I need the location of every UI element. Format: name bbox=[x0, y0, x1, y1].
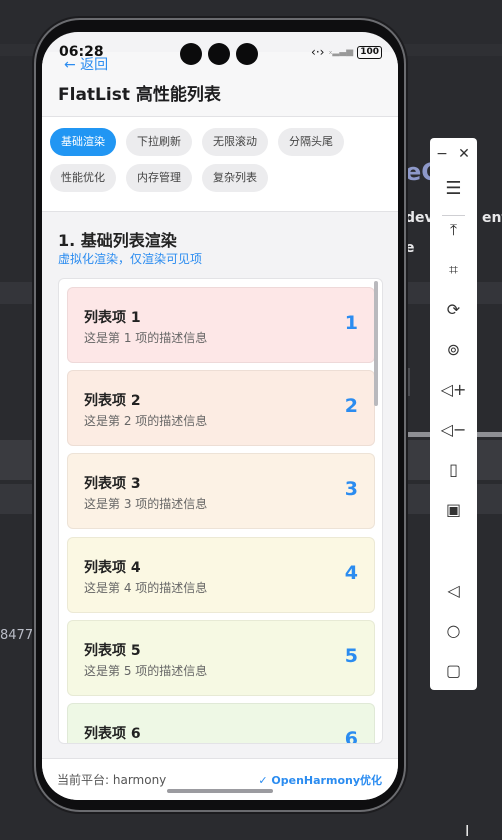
recents-icon[interactable]: ▢ bbox=[430, 657, 477, 685]
list-item-title: 列表项 4 bbox=[84, 560, 141, 576]
list-item-desc: 这是第 2 项的描述信息 bbox=[84, 414, 208, 428]
status-icons: ‹·› ₓ▂▃▅ 100 bbox=[311, 45, 382, 59]
camera-icon bbox=[236, 43, 258, 65]
camera-icon bbox=[180, 43, 202, 65]
list-item-desc: 这是第 5 项的描述信息 bbox=[84, 664, 208, 678]
flat-list[interactable]: 列表项 1 这是第 1 项的描述信息 1 列表项 2 这是第 2 项的描述信息 … bbox=[58, 278, 383, 744]
list-item[interactable]: 列表项 6 6 bbox=[67, 703, 375, 744]
tab-complex-list[interactable]: 复杂列表 bbox=[202, 164, 268, 192]
pin-top-icon[interactable]: ⤒ bbox=[430, 216, 477, 244]
page-title: FlatList 高性能列表 bbox=[58, 85, 221, 105]
list-item-number: 5 bbox=[344, 645, 358, 667]
volume-down-icon[interactable]: ◁− bbox=[430, 416, 477, 444]
openharmony-badge: ✓ OpenHarmony优化 bbox=[258, 774, 382, 787]
list-item-number: 1 bbox=[344, 312, 358, 334]
battery-icon: 100 bbox=[357, 45, 382, 59]
list-item-desc: 这是第 4 项的描述信息 bbox=[84, 581, 208, 595]
signal-icon: ₓ▂▃▅ bbox=[328, 47, 354, 57]
rotate-lock-icon[interactable]: ⊚ bbox=[430, 336, 477, 364]
tab-separator-header-footer[interactable]: 分隔头尾 bbox=[278, 128, 344, 156]
bg-ent-text: ent bbox=[482, 210, 502, 226]
emulator-toolbar: − ✕ ☰ ⤒ ⌗ ⟳ ⊚ ◁+ ◁− ▯ ▣ ◁ ○ ▢ bbox=[430, 138, 477, 690]
close-icon[interactable]: ✕ bbox=[452, 140, 476, 168]
shake-icon[interactable]: ▯ bbox=[430, 456, 477, 484]
minimize-icon[interactable]: − bbox=[430, 140, 454, 168]
tab-chips: 基础渲染 下拉刷新 无限滚动 分隔头尾 性能优化 内存管理 复杂列表 bbox=[42, 117, 398, 212]
list-item[interactable]: 列表项 4 这是第 4 项的描述信息 4 bbox=[67, 537, 375, 613]
section-title: 1. 基础列表渲染 bbox=[58, 231, 177, 250]
data-transfer-icon: ‹·› bbox=[311, 45, 325, 59]
list-item-number: 4 bbox=[344, 562, 358, 584]
list-item-title: 列表项 1 bbox=[84, 310, 141, 326]
back-icon[interactable]: ◁ bbox=[430, 577, 477, 605]
list-item[interactable]: 列表项 3 这是第 3 项的描述信息 3 bbox=[67, 453, 375, 529]
tab-infinite-scroll[interactable]: 无限滚动 bbox=[202, 128, 268, 156]
bg-box bbox=[404, 368, 410, 396]
list-item-title: 列表项 6 bbox=[84, 726, 141, 742]
list-item[interactable]: 列表项 1 这是第 1 项的描述信息 1 bbox=[67, 287, 375, 363]
tab-pull-refresh[interactable]: 下拉刷新 bbox=[126, 128, 192, 156]
tab-performance[interactable]: 性能优化 bbox=[50, 164, 116, 192]
menu-icon[interactable]: ☰ bbox=[430, 175, 477, 203]
camera-icon bbox=[208, 43, 230, 65]
status-bar: 06:28 ‹·› ₓ▂▃▅ 100 bbox=[42, 32, 398, 72]
multi-device-icon[interactable]: ▣ bbox=[430, 496, 477, 524]
platform-label: 当前平台: harmony bbox=[57, 773, 167, 787]
home-icon[interactable]: ○ bbox=[430, 617, 477, 645]
list-item-title: 列表项 3 bbox=[84, 476, 141, 492]
phone-screen: ← 返回 FlatList 高性能列表 06:28 ‹·› ₓ▂▃▅ 100 基… bbox=[42, 32, 398, 800]
home-indicator[interactable] bbox=[167, 789, 273, 793]
footer-bar: 当前平台: harmony ✓ OpenHarmony优化 bbox=[42, 758, 398, 800]
crop-icon[interactable]: ⌗ bbox=[430, 256, 477, 284]
status-time: 06:28 bbox=[59, 44, 104, 60]
text-cursor-icon: I bbox=[465, 822, 470, 840]
volume-up-icon[interactable]: ◁+ bbox=[430, 376, 477, 404]
tab-memory[interactable]: 内存管理 bbox=[126, 164, 192, 192]
list-item-number: 6 bbox=[344, 728, 358, 744]
list-item-number: 3 bbox=[344, 478, 358, 500]
list-item-title: 列表项 5 bbox=[84, 643, 141, 659]
list-item[interactable]: 列表项 2 这是第 2 项的描述信息 2 bbox=[67, 370, 375, 446]
rotate-icon[interactable]: ⟳ bbox=[430, 296, 477, 324]
bg-e-text: e bbox=[405, 240, 415, 256]
list-item[interactable]: 列表项 5 这是第 5 项的描述信息 5 bbox=[67, 620, 375, 696]
list-item-desc: 这是第 1 项的描述信息 bbox=[84, 331, 208, 345]
list-item-title: 列表项 2 bbox=[84, 393, 141, 409]
section-subtitle: 虚拟化渲染，仅渲染可见项 bbox=[58, 252, 203, 266]
list-scrollbar[interactable] bbox=[374, 281, 378, 406]
list-item-number: 2 bbox=[344, 395, 358, 417]
list-item-desc: 这是第 3 项的描述信息 bbox=[84, 497, 208, 511]
tab-basic-render[interactable]: 基础渲染 bbox=[50, 128, 116, 156]
